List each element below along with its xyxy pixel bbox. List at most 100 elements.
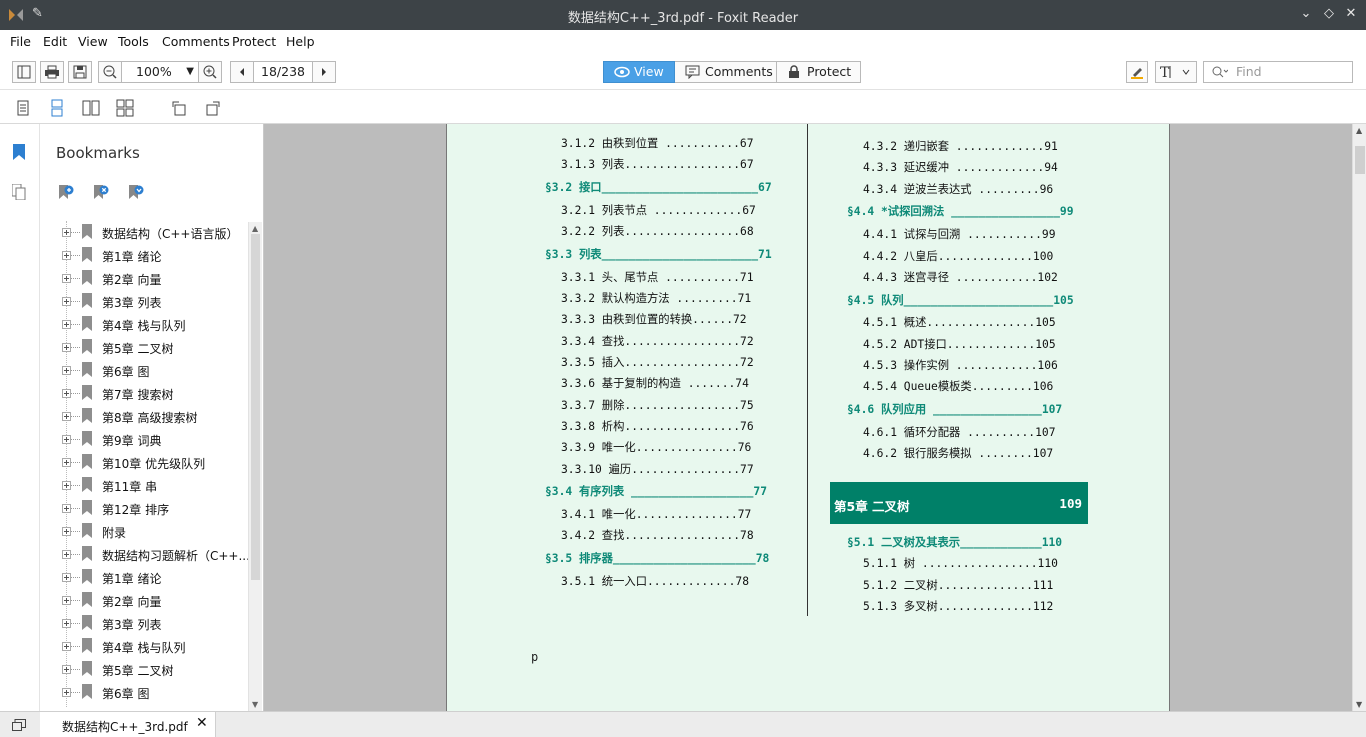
toc-section-heading[interactable]: §3.2 接口_______________________67 — [545, 179, 772, 195]
add-bookmark-icon[interactable] — [58, 184, 74, 200]
highlight-button[interactable] — [1126, 61, 1148, 83]
next-page-button[interactable] — [312, 61, 336, 83]
scroll-up-icon[interactable]: ▲ — [252, 224, 258, 233]
toc-entry[interactable]: 3.2.1 列表节点 .............67 — [561, 202, 756, 218]
expand-toggle-icon[interactable] — [62, 297, 71, 306]
toc-entry[interactable]: 5.1.1 树 .................110 — [863, 555, 1058, 571]
toc-entry[interactable]: 4.5.4 Queue模板类.........106 — [863, 378, 1053, 394]
menu-help[interactable]: Help — [286, 34, 315, 49]
expand-toggle-icon[interactable] — [62, 665, 71, 674]
text-tool-button[interactable]: T — [1155, 61, 1197, 83]
toc-entry[interactable]: 4.5.2 ADT接口.............105 — [863, 336, 1056, 352]
toc-entry[interactable]: 4.6.2 银行服务模拟 ........107 — [863, 445, 1053, 461]
bookmark-item[interactable]: 第9章 词典 — [54, 428, 248, 451]
toc-entry[interactable]: 3.3.9 唯一化...............76 — [561, 439, 751, 455]
expand-toggle-icon[interactable] — [62, 274, 71, 283]
doc-scroll-down-icon[interactable]: ▼ — [1356, 700, 1362, 709]
expand-toggle-icon[interactable] — [62, 251, 71, 260]
toc-entry[interactable]: 3.3.1 头、尾节点 ...........71 — [561, 269, 754, 285]
toc-section-heading[interactable]: §4.4 *试探回溯法 ________________99 — [847, 203, 1074, 219]
bookmark-item[interactable]: 数据结构习题解析（C++... — [54, 543, 248, 566]
toc-entry[interactable]: 4.3.4 逆波兰表达式 .........96 — [863, 181, 1053, 197]
minimize-icon[interactable]: ⌄ — [1297, 5, 1315, 23]
toc-entry[interactable]: 4.5.3 操作实例 ............106 — [863, 357, 1058, 373]
menu-file[interactable]: File — [10, 34, 31, 49]
bookmark-item[interactable]: 第1章 绪论 — [54, 244, 248, 267]
document-view[interactable]: 3.1.2 由秩到位置 ...........67 3.1.3 列表.......… — [264, 124, 1352, 711]
bookmark-item[interactable]: 第2章 向量 — [54, 589, 248, 612]
expand-toggle-icon[interactable] — [62, 527, 71, 536]
bookmark-item[interactable]: 第6章 图 — [54, 681, 248, 704]
bookmark-item[interactable]: 第2章 向量 — [54, 267, 248, 290]
bookmark-item[interactable]: 第4章 栈与队列 — [54, 635, 248, 658]
toc-section-heading[interactable]: §4.5 队列______________________105 — [847, 292, 1074, 308]
bookmark-item[interactable]: 第10章 优先级队列 — [54, 451, 248, 474]
bookmark-item[interactable]: 第5章 二叉树 — [54, 658, 248, 681]
toc-entry[interactable]: 4.3.2 递归嵌套 .............91 — [863, 138, 1058, 154]
toc-entry[interactable]: 3.3.2 默认构造方法 .........71 — [561, 290, 751, 306]
expand-toggle-icon[interactable] — [62, 504, 71, 513]
menu-view[interactable]: View — [78, 34, 108, 49]
bookmark-item[interactable]: 第5章 二叉树 — [54, 336, 248, 359]
toc-entry[interactable]: 3.3.10 遍历................77 — [561, 461, 754, 477]
tab-comments[interactable]: Comments — [675, 61, 777, 83]
close-window-icon[interactable]: ✕ — [1342, 5, 1360, 23]
pages-panel-icon[interactable] — [12, 184, 26, 200]
bookmark-item[interactable]: 第7章 搜索树 — [54, 704, 248, 707]
document-tab[interactable]: 数据结构C++_3rd.pdf ✕ — [40, 712, 216, 737]
bookmark-item[interactable]: 第1章 绪论 — [54, 566, 248, 589]
zoom-in-button[interactable] — [198, 61, 222, 83]
facing-page-icon[interactable] — [82, 99, 100, 117]
bookmark-item[interactable]: 第8章 高级搜索树 — [54, 405, 248, 428]
bookmarks-scroll-thumb[interactable] — [251, 234, 260, 580]
toc-entry[interactable]: 3.3.3 由秩到位置的转换......72 — [561, 311, 747, 327]
toc-section-heading[interactable]: §3.3 列表_______________________71 — [545, 246, 772, 262]
toc-entry[interactable]: 3.2.2 列表.................68 — [561, 223, 754, 239]
toc-entry[interactable]: 3.3.5 插入.................72 — [561, 354, 754, 370]
toc-entry[interactable]: 3.3.4 查找.................72 — [561, 333, 754, 349]
document-scroll-thumb[interactable] — [1355, 146, 1365, 174]
expand-toggle-icon[interactable] — [62, 435, 71, 444]
toc-entry[interactable]: 4.6.1 循环分配器 ..........107 — [863, 424, 1056, 440]
toc-section-heading[interactable]: §4.6 队列应用 ________________107 — [847, 401, 1062, 417]
toc-entry[interactable]: 3.1.3 列表.................67 — [561, 156, 754, 172]
expand-toggle-icon[interactable] — [62, 550, 71, 559]
toc-entry[interactable]: 3.5.1 统一入口.............78 — [561, 573, 749, 589]
zoom-select[interactable]: 100% ▼ — [122, 61, 198, 83]
expand-toggle-icon[interactable] — [62, 228, 71, 237]
toc-entry[interactable]: 4.5.1 概述................105 — [863, 314, 1056, 330]
tab-view[interactable]: View — [603, 61, 675, 83]
single-page-icon[interactable] — [14, 99, 32, 117]
toc-section-heading[interactable]: §3.4 有序列表 __________________77 — [545, 483, 767, 499]
close-tab-icon[interactable]: ✕ — [196, 715, 208, 731]
print-button[interactable] — [40, 61, 64, 83]
expand-toggle-icon[interactable] — [62, 573, 71, 582]
bookmark-item[interactable]: 第3章 列表 — [54, 612, 248, 635]
bookmarks-scrollbar[interactable]: ▲ ▼ — [248, 222, 262, 711]
toggle-panel-button[interactable] — [12, 61, 36, 83]
toc-entry[interactable]: 5.1.3 多叉树..............112 — [863, 598, 1053, 614]
expand-toggle-icon[interactable] — [62, 458, 71, 467]
expand-toggle-icon[interactable] — [62, 688, 71, 697]
previous-page-button[interactable] — [230, 61, 254, 83]
expand-toggle-icon[interactable] — [62, 343, 71, 352]
tab-protect[interactable]: Protect — [777, 61, 861, 83]
rotate-right-icon[interactable] — [204, 99, 222, 117]
menu-tools[interactable]: Tools — [118, 34, 149, 49]
doc-scroll-up-icon[interactable]: ▲ — [1356, 126, 1362, 135]
toc-entry[interactable]: 3.4.1 唯一化...............77 — [561, 506, 751, 522]
expand-toggle-icon[interactable] — [62, 596, 71, 605]
bookmark-item[interactable]: 数据结构（C++语言版） — [54, 221, 248, 244]
find-input[interactable]: Find — [1203, 61, 1353, 83]
document-scrollbar[interactable]: ▲ ▼ — [1352, 124, 1366, 711]
toc-entry[interactable]: 4.3.3 延迟缓冲 .............94 — [863, 159, 1058, 175]
expand-toggle-icon[interactable] — [62, 366, 71, 375]
expand-toggle-icon[interactable] — [62, 412, 71, 421]
toc-entry[interactable]: 4.4.3 迷宫寻径 ............102 — [863, 269, 1058, 285]
toc-entry[interactable]: 3.3.7 删除.................75 — [561, 397, 754, 413]
toc-entry[interactable]: 3.3.8 析构.................76 — [561, 418, 754, 434]
toc-entry[interactable]: 4.4.2 八皇后..............100 — [863, 248, 1053, 264]
continuous-page-icon[interactable] — [48, 99, 66, 117]
expand-toggle-icon[interactable] — [62, 320, 71, 329]
scroll-down-icon[interactable]: ▼ — [252, 700, 258, 709]
